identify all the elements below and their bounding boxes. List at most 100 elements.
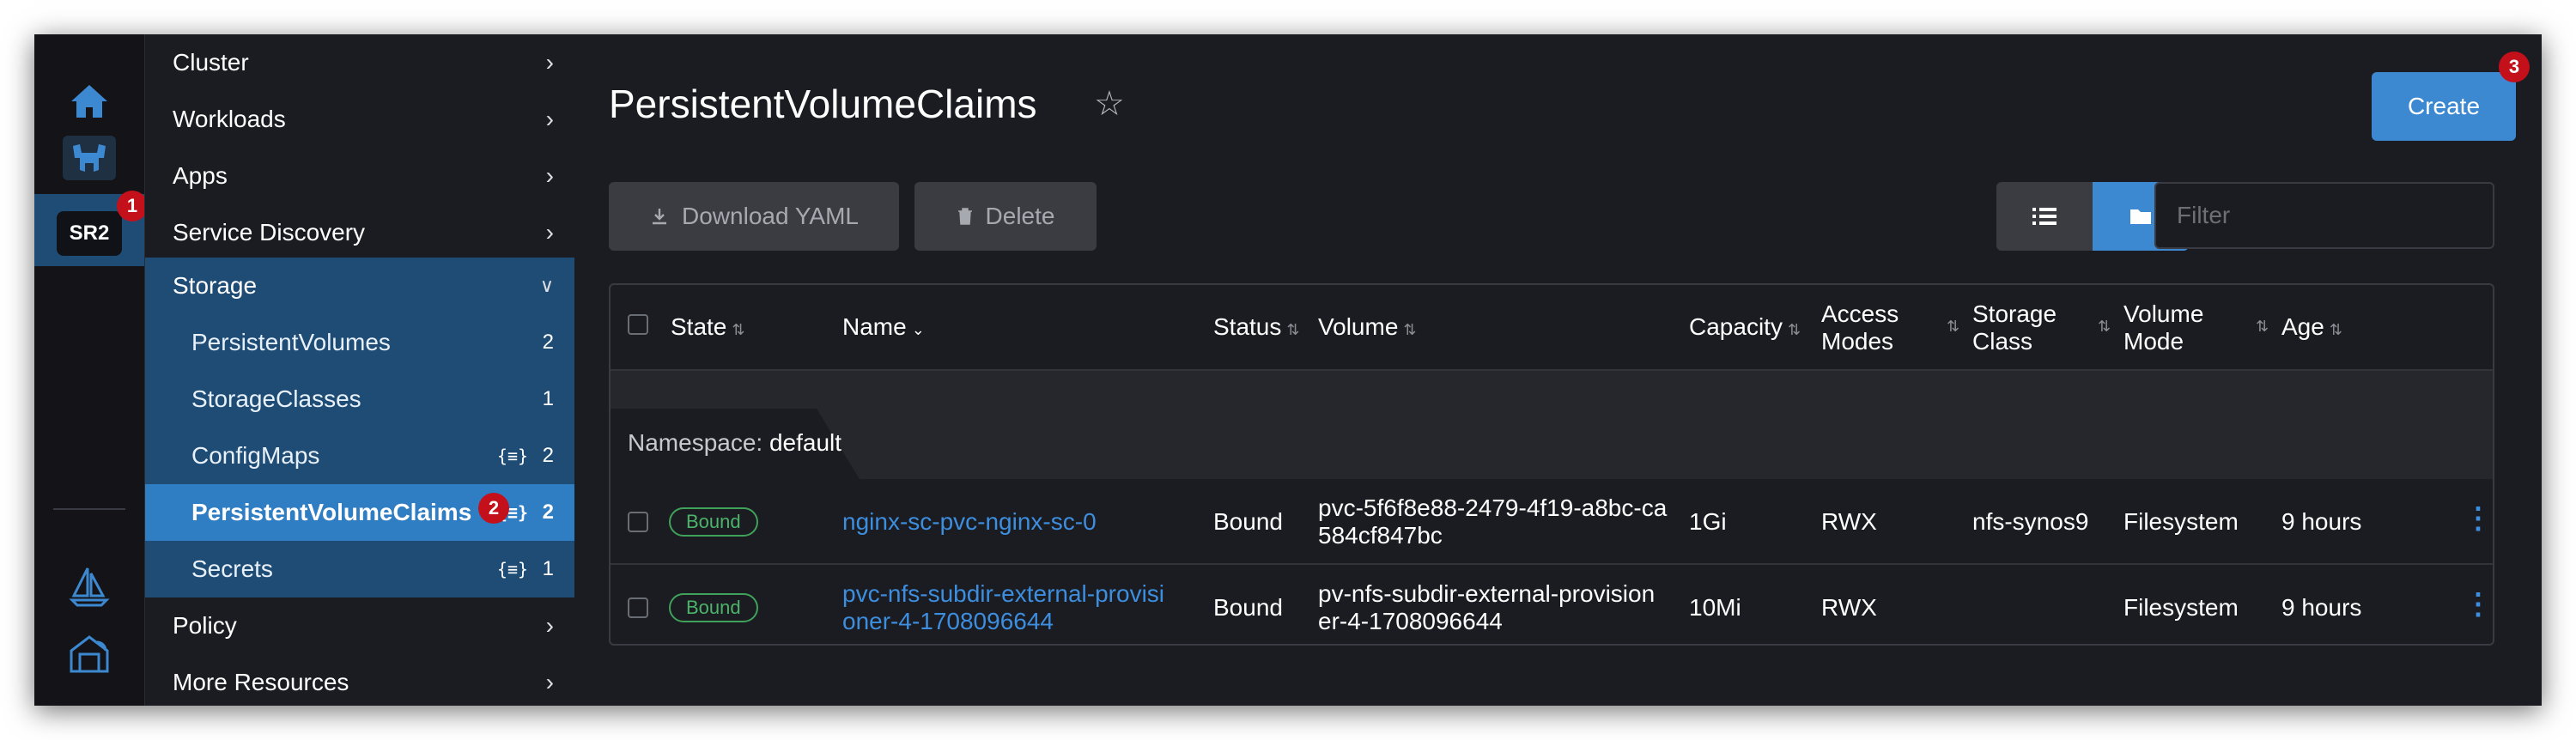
list-icon [2032, 208, 2057, 225]
table-row: Bound pvc-nfs-subdir-external-provisione… [611, 565, 2493, 644]
row-actions-kebab-icon[interactable]: ⋮ [2464, 587, 2493, 622]
filter-input[interactable]: Filter [2154, 182, 2494, 249]
delete-button[interactable]: Delete [914, 182, 1097, 251]
main-content: PersistentVolumeClaims ☆ Create 3 Downlo… [574, 34, 2542, 706]
chevron-right-icon: › [545, 162, 554, 189]
nav-item-more-resources[interactable]: More Resources › [145, 654, 574, 706]
column-label: Storage Class [1972, 300, 2057, 355]
capacity-cell: 10Mi [1689, 594, 1741, 621]
nav-sub-label: Secrets [191, 555, 273, 582]
create-button[interactable]: Create [2372, 72, 2516, 141]
chevron-right-icon: › [545, 669, 554, 695]
column-header-state[interactable]: State ⇅ [671, 313, 744, 343]
download-yaml-button[interactable]: Download YAML [609, 182, 899, 251]
volume-cell: pv-nfs-subdir-external-provisioner-4-170… [1318, 580, 1656, 634]
storage-class-cell: nfs-synos9 [1972, 508, 2089, 535]
callout-badge-1: 1 [117, 191, 148, 221]
nav-sub-secrets[interactable]: Secrets {≡} 1 [145, 541, 574, 597]
state-badge: Bound [669, 507, 758, 537]
extensions-icon [70, 635, 109, 673]
nav-sub-count: 2 [542, 331, 554, 354]
nav-item-label: Policy [173, 612, 237, 639]
column-label: Status [1213, 313, 1282, 340]
nav-sub-count: 2 [542, 444, 554, 467]
trash-icon [957, 208, 972, 225]
app-window: SR2 1 Cluster › Workloads › Apps › Servi… [34, 34, 2542, 706]
callout-badge-3: 3 [2499, 52, 2530, 82]
select-all-checkbox[interactable] [628, 314, 648, 335]
chevron-right-icon: › [545, 49, 554, 76]
sort-icon[interactable]: ⇅ [2098, 318, 2111, 336]
page-title: PersistentVolumeClaims [609, 82, 1037, 126]
download-icon [653, 209, 667, 225]
column-header-status[interactable]: Status ⇅ [1213, 313, 1299, 343]
flat-list-toggle[interactable] [1996, 182, 2093, 251]
row-actions-kebab-icon[interactable]: ⋮ [2464, 501, 2493, 536]
chevron-right-icon: › [545, 219, 554, 246]
column-label: State [671, 313, 727, 340]
namespaced-icon: {≡} [496, 559, 528, 579]
home-button[interactable] [34, 77, 144, 125]
column-label: Capacity [1689, 313, 1783, 340]
access-modes-cell: RWX [1821, 508, 1877, 535]
status-cell: Bound [1213, 508, 1283, 535]
local-cluster-button[interactable] [34, 132, 144, 184]
nav-sub-persistentvolumes[interactable]: PersistentVolumes 2 [145, 314, 574, 371]
pvc-name-link[interactable]: pvc-nfs-subdir-external-provisioner-4-17… [842, 580, 1169, 635]
folder-icon [2130, 209, 2151, 224]
callout-badge-2: 2 [478, 493, 509, 524]
row-checkbox[interactable] [628, 597, 648, 618]
nav-item-storage[interactable]: Storage ∨ [145, 258, 574, 314]
nav-item-label: More Resources [173, 669, 349, 695]
sort-icon: ⇅ [2329, 321, 2342, 338]
sort-icon: ⇅ [1787, 321, 1801, 338]
nav-item-label: Storage [173, 272, 258, 299]
namespace-value: default [769, 429, 842, 456]
cluster-rail: SR2 1 [34, 34, 148, 706]
nav-item-service-discovery[interactable]: Service Discovery › [145, 204, 574, 261]
nav-item-policy[interactable]: Policy › [145, 597, 574, 654]
namespace-group-header: Namespace: default [611, 371, 2493, 479]
cluster-badge: SR2 [57, 211, 122, 256]
sort-icon: ⇅ [1403, 321, 1417, 338]
sort-icon[interactable]: ⇅ [1947, 318, 1959, 336]
column-header-storage-class[interactable]: Storage Class [1972, 300, 2075, 355]
column-header-volume-mode[interactable]: Volume Mode [2123, 300, 2227, 355]
namespace-prefix: Namespace: [628, 429, 763, 456]
extensions-button[interactable] [34, 628, 144, 678]
nav-sub-persistentvolumeclaims[interactable]: PersistentVolumeClaims {≡} 2 [145, 484, 574, 541]
column-header-volume[interactable]: Volume ⇅ [1318, 313, 1417, 343]
column-header-capacity[interactable]: Capacity ⇅ [1689, 313, 1801, 343]
column-header-access-modes[interactable]: Access Modes [1821, 300, 1933, 355]
nav-sub-configmaps[interactable]: ConfigMaps {≡} 2 [145, 428, 574, 484]
sort-icon: ⇅ [732, 321, 745, 338]
column-header-age[interactable]: Age ⇅ [2281, 313, 2342, 343]
nav-sub-storageclasses[interactable]: StorageClasses 1 [145, 371, 574, 428]
namespaced-icon: {≡} [496, 446, 528, 466]
nav-item-workloads[interactable]: Workloads › [145, 91, 574, 148]
sort-icon[interactable]: ⇅ [2256, 318, 2269, 336]
pvc-name-link[interactable]: nginx-sc-pvc-nginx-sc-0 [842, 508, 1097, 536]
access-modes-cell: RWX [1821, 594, 1877, 621]
nav-item-apps[interactable]: Apps › [145, 148, 574, 204]
sailboat-icon [69, 567, 110, 607]
volume-cell: pvc-5f6f8e88-2479-4f19-a8bc-ca584cf847bc [1318, 494, 1668, 549]
delete-label: Delete [985, 203, 1055, 229]
nav-item-cluster[interactable]: Cluster › [145, 34, 574, 91]
column-label: Name [842, 313, 907, 340]
rail-divider [53, 508, 125, 510]
age-cell: 9 hours [2281, 508, 2362, 535]
row-checkbox[interactable] [628, 512, 648, 532]
sort-desc-icon: ⌄ [911, 321, 925, 338]
download-yaml-label: Download YAML [682, 203, 859, 229]
age-cell: 9 hours [2281, 594, 2362, 621]
favorite-star-icon[interactable]: ☆ [1094, 84, 1125, 124]
fleet-button[interactable] [34, 561, 144, 611]
table-header: State ⇅ Name ⌄ Status ⇅ Volume ⇅ Capacity ⇅ A… [611, 285, 2493, 371]
column-header-name[interactable]: Name ⌄ [842, 313, 925, 343]
nav-sub-count: 2 [542, 500, 554, 524]
column-label: Volume [1318, 313, 1399, 340]
volume-mode-cell: Filesystem [2123, 508, 2239, 535]
nav-sub-count: 1 [542, 387, 554, 410]
nav-item-label: Apps [173, 162, 228, 189]
